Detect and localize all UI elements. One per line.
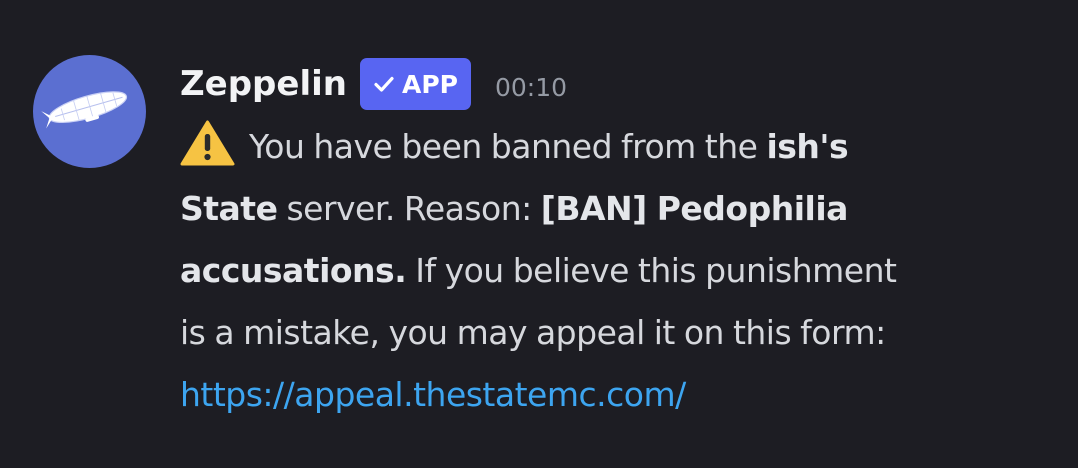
ban-reason-part2: accusations.	[180, 251, 407, 290]
zeppelin-airship-icon	[41, 91, 128, 129]
ban-text-part1: You have been banned from the	[249, 127, 767, 166]
appeal-link[interactable]: https://appeal.thestatemc.com/	[180, 375, 686, 414]
server-name-part1: ish's	[766, 127, 849, 166]
author-name[interactable]: Zeppelin	[180, 56, 347, 112]
ban-text-part4: is a mistake, you may appeal it on this …	[180, 313, 886, 352]
ban-reason-part1: [BAN] Pedophilia	[540, 189, 849, 228]
checkmark-icon	[374, 76, 394, 92]
chat-message: Zeppelin APP 00:10 You have been banned …	[0, 0, 1078, 468]
message-line-3: accusations. If you believe this punishm…	[180, 240, 1040, 302]
ban-text-part3: If you believe this punishment	[406, 251, 897, 290]
message-line-5: https://appeal.thestatemc.com/	[180, 364, 1040, 426]
message-timestamp[interactable]: 00:10	[495, 52, 567, 116]
server-name-part2: State	[180, 189, 278, 228]
app-badge-label: APP	[401, 69, 458, 99]
avatar[interactable]	[33, 55, 146, 168]
message-content: You have been banned from the ish's Stat…	[180, 116, 1040, 426]
message-line-2: State server. Reason: [BAN] Pedophilia	[180, 178, 1040, 240]
app-badge: APP	[359, 58, 471, 110]
message-line-1: You have been banned from the ish's	[180, 116, 1040, 178]
message-header: Zeppelin APP 00:10	[180, 56, 567, 112]
ban-text-part2: server. Reason:	[277, 189, 541, 228]
warning-triangle-icon	[180, 120, 235, 166]
message-line-4: is a mistake, you may appeal it on this …	[180, 302, 1040, 364]
